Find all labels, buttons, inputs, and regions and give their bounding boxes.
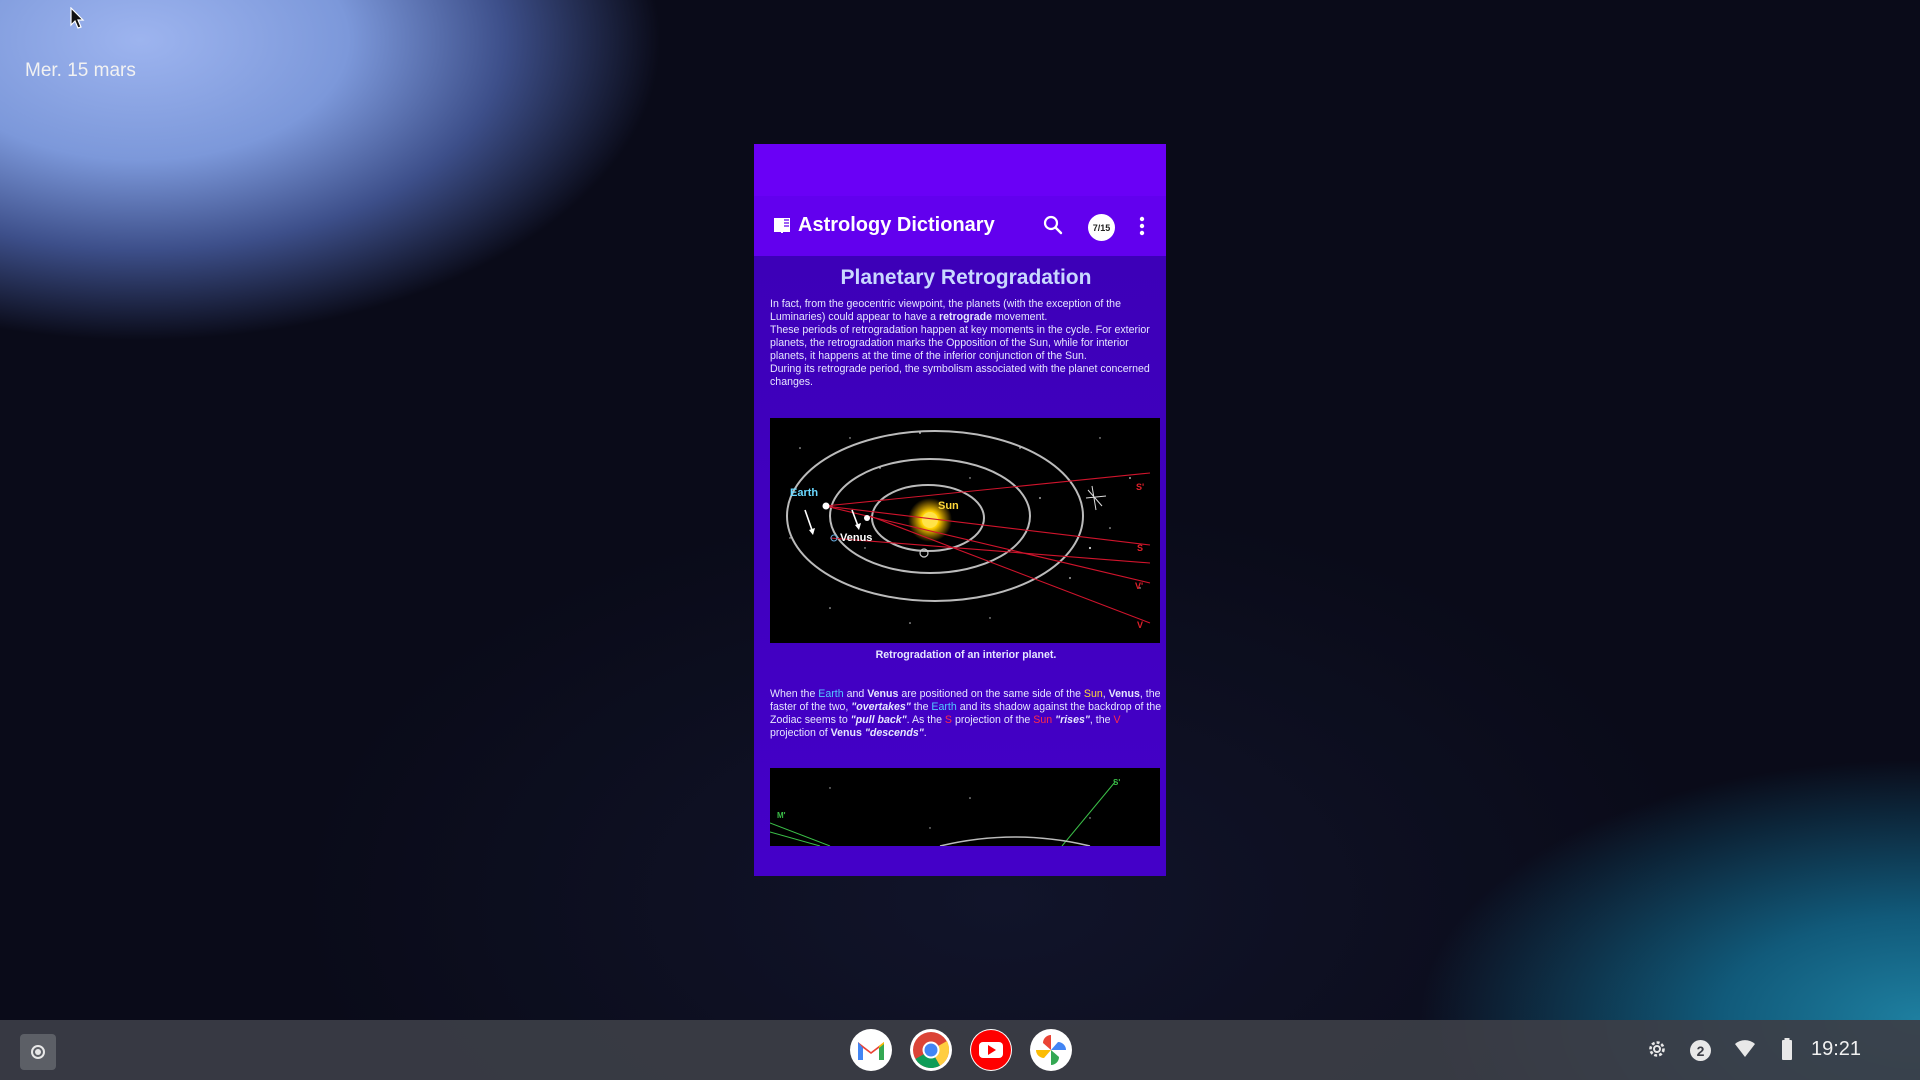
intro-text-3: These periods of retrogradation happen a… xyxy=(770,324,1150,362)
p2-venus: Venus xyxy=(830,727,862,739)
p2-rises: "rises" xyxy=(1055,714,1090,726)
label-earth: Earth xyxy=(790,487,818,499)
p2-text: the xyxy=(910,701,932,713)
label-sun: Sun xyxy=(938,500,959,512)
launcher-circle-icon xyxy=(31,1045,45,1059)
intro-text-2: movement. xyxy=(992,311,1048,323)
p2-text: When the xyxy=(770,688,819,700)
p2-text: are positioned on the same side of the xyxy=(898,688,1084,700)
wifi-icon[interactable] xyxy=(1734,1040,1756,1058)
notification-count-badge[interactable]: 2 xyxy=(1690,1040,1711,1061)
system-clock[interactable]: 19:21 xyxy=(1811,1038,1861,1061)
mouse-cursor-icon xyxy=(70,7,85,29)
shelf-app-youtube[interactable] xyxy=(970,1029,1012,1071)
label-v-prime: V' xyxy=(1135,581,1143,591)
page-title: Planetary Retrogradation xyxy=(840,266,1092,289)
p2-descends: "descends" xyxy=(864,727,924,739)
p2-pullback: "pull back" xyxy=(850,714,907,726)
label-venus: Venus xyxy=(840,532,872,544)
app-title: Astrology Dictionary xyxy=(798,214,995,236)
retrogradation-diagram: Earth Sun Venus S' S V' V xyxy=(770,418,1160,643)
p2-earth: Earth xyxy=(931,701,957,713)
desktop-date: Mer. 15 mars xyxy=(25,60,136,81)
settings-gear-icon[interactable] xyxy=(1646,1038,1668,1060)
label-v: V xyxy=(1137,620,1143,630)
p2-earth: Earth xyxy=(818,688,844,700)
gmail-icon xyxy=(858,1042,884,1060)
intro-paragraph: In fact, from the geocentric viewpoint, … xyxy=(770,298,1162,389)
more-vert-icon[interactable] xyxy=(1138,215,1146,237)
youtube-icon xyxy=(971,1030,1011,1070)
p2-overtakes: "overtakes" xyxy=(851,701,911,713)
p2-v-label: V xyxy=(1113,714,1121,726)
app-toolbar: Astrology Dictionary 7/15 xyxy=(754,196,1166,256)
label2-s-prime: S' xyxy=(1113,778,1120,787)
status-strip xyxy=(754,144,1166,196)
p2-text: . As the xyxy=(906,714,945,726)
article-content[interactable]: Planetary Retrogradation In fact, from t… xyxy=(754,256,1166,876)
label-s-prime: S' xyxy=(1136,482,1144,492)
label2-m-prime: M' xyxy=(777,811,786,820)
p2-text: projection of xyxy=(770,727,831,739)
p2-s-label: S xyxy=(944,714,952,726)
app-window: Astrology Dictionary 7/15 Planetary Retr… xyxy=(754,144,1166,876)
photos-icon xyxy=(1036,1035,1066,1065)
p2-text: . xyxy=(923,727,927,739)
intro-bold: retrograde xyxy=(939,311,992,323)
battery-icon[interactable] xyxy=(1781,1038,1793,1060)
second-diagram-image: S' M' xyxy=(770,778,1120,846)
book-icon xyxy=(774,218,790,233)
p2-venus: Venus xyxy=(867,688,899,700)
shelf-app-photos[interactable] xyxy=(1030,1029,1072,1071)
p2-sun: Sun xyxy=(1033,714,1053,726)
p2-venus: Venus xyxy=(1108,688,1140,700)
taskbar: 2 19:21 xyxy=(0,1020,1920,1080)
figure-caption: Retrogradation of an interior planet. xyxy=(875,649,1057,661)
shelf-app-chrome[interactable] xyxy=(910,1029,952,1071)
p2-text: and xyxy=(843,688,868,700)
label-s: S xyxy=(1137,543,1143,553)
launcher-button[interactable] xyxy=(20,1034,56,1070)
search-icon[interactable] xyxy=(1042,214,1064,236)
p2-sun: Sun xyxy=(1083,688,1103,700)
orbit-diagram-image: Earth Sun Venus S' S V' V xyxy=(786,430,1151,630)
shelf-app-gmail[interactable] xyxy=(850,1029,892,1071)
chrome-icon xyxy=(913,1032,950,1069)
page-counter-badge[interactable]: 7/15 xyxy=(1088,214,1115,241)
p2-text: , the xyxy=(1089,714,1114,726)
intro-text-4: During its retrograde period, the symbol… xyxy=(770,363,1150,388)
explanation-paragraph: When the Earth and Venus are positioned … xyxy=(770,688,1162,740)
p2-text: projection of the xyxy=(952,714,1034,726)
second-diagram: S' M' xyxy=(770,768,1160,846)
